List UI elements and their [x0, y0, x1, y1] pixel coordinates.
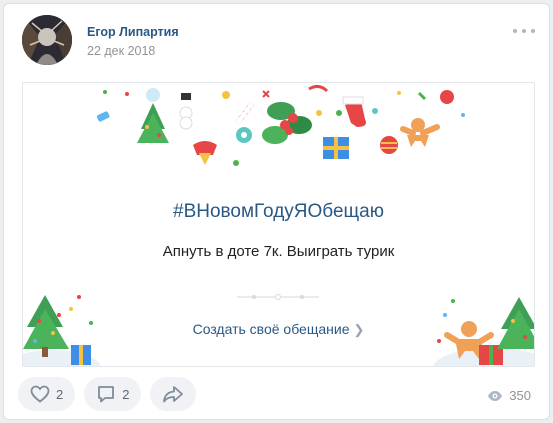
share-button[interactable]: [150, 377, 197, 411]
author-name[interactable]: Егор Липартия: [87, 25, 179, 39]
views-counter: 350: [487, 388, 531, 403]
post-card: Егор Липартия 22 дек 2018 #ВНовомГодуЯОб…: [3, 3, 550, 420]
like-count: 2: [56, 386, 64, 402]
share-icon: [163, 386, 184, 403]
chevron-right-icon: ❯: [353, 322, 365, 337]
separator-line: [237, 294, 319, 300]
comment-icon: [98, 386, 115, 403]
comment-button[interactable]: 2: [84, 377, 142, 411]
comment-count: 2: [122, 386, 130, 402]
promise-card: #ВНовомГодуЯОбещаю Апнуть в доте 7к. Выи…: [22, 82, 535, 367]
create-promise-label: Создать своё обещание: [192, 321, 350, 337]
post-actions: 2 2: [18, 377, 197, 411]
promise-text: Апнуть в доте 7к. Выиграть турик: [162, 243, 395, 260]
like-button[interactable]: 2: [18, 377, 76, 411]
post-date[interactable]: 22 дек 2018: [87, 44, 155, 58]
eye-icon: [488, 390, 503, 401]
ornaments-top: [96, 84, 465, 166]
heart-icon: [30, 385, 50, 403]
avatar[interactable]: [22, 15, 72, 65]
more-icon[interactable]: [513, 24, 535, 38]
create-promise-link[interactable]: Создать своё обещание ❯: [23, 321, 534, 338]
views-count: 350: [509, 388, 531, 403]
promise-hashtag[interactable]: #ВНовомГодуЯОбещаю: [23, 201, 534, 223]
